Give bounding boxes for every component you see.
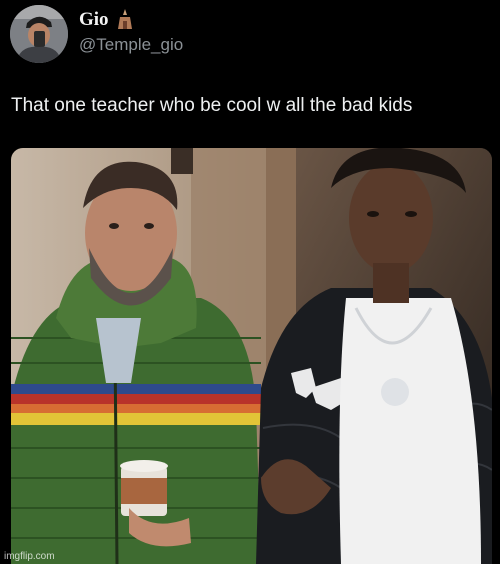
tweet-text: That one teacher who be cool w all the b…: [11, 95, 413, 116]
user-handle[interactable]: @Temple_gio: [79, 35, 183, 55]
photo-image: [11, 148, 492, 564]
tweet-photo[interactable]: [11, 148, 492, 564]
temple-emoji-icon: [118, 9, 132, 29]
display-name[interactable]: Gio: [79, 9, 109, 31]
imgflip-watermark: imgflip.com: [4, 551, 55, 562]
avatar[interactable]: [10, 5, 68, 63]
avatar-image: [10, 5, 68, 63]
